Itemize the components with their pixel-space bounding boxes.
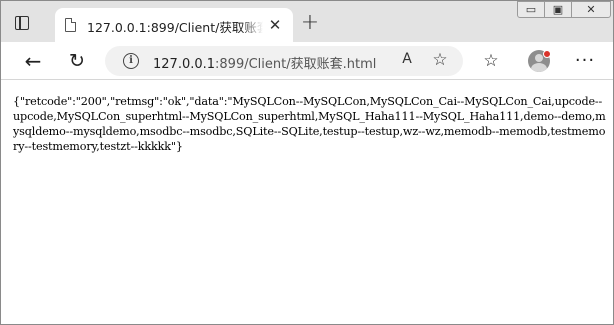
tab-strip: 127.0.0.1:899/Client/获取账套.html ✕ + ▭ ▣ ✕ [1, 1, 613, 42]
maximize-button[interactable]: ▣ [544, 1, 572, 18]
url-path: :899/Client/获取账套.html [215, 57, 377, 72]
page-content: {"retcode":"200","retmsg":"ok","data":"M… [1, 80, 613, 324]
tab-active[interactable]: 127.0.0.1:899/Client/获取账套.html ✕ [55, 8, 293, 42]
site-info-icon[interactable]: i [123, 53, 139, 69]
refresh-button[interactable]: ↻ [65, 49, 89, 73]
tab-close-icon[interactable]: ✕ [267, 17, 283, 33]
browser-toolbar: ← ↻ i 127.0.0.1:899/Client/获取账套.html A ☆… [1, 42, 613, 80]
window-controls: ▭ ▣ ✕ [517, 1, 613, 19]
tab-actions-icon[interactable] [11, 13, 33, 33]
url-host: 127.0.0.1 [153, 57, 216, 72]
profile-status-badge [543, 50, 551, 58]
browser-window: 127.0.0.1:899/Client/获取账套.html ✕ + ▭ ▣ ✕… [0, 0, 614, 325]
read-aloud-icon[interactable]: A [397, 51, 417, 67]
address-bar[interactable]: i 127.0.0.1:899/Client/获取账套.html A ☆ [105, 46, 463, 76]
add-favorite-icon[interactable]: ☆ [429, 50, 451, 70]
new-tab-button[interactable]: + [299, 12, 321, 35]
back-button[interactable]: ← [21, 49, 45, 73]
url-text[interactable]: 127.0.0.1:899/Client/获取账套.html [153, 53, 376, 72]
tab-title: 127.0.0.1:899/Client/获取账套.html [87, 20, 263, 33]
page-icon [65, 18, 76, 32]
favorites-icon[interactable]: ☆ [479, 49, 503, 73]
json-response-text: {"retcode":"200","retmsg":"ok","data":"M… [13, 95, 606, 153]
minimize-button[interactable]: ▭ [517, 1, 545, 18]
more-menu-icon[interactable]: ··· [573, 49, 597, 73]
close-window-button[interactable]: ✕ [571, 1, 611, 18]
